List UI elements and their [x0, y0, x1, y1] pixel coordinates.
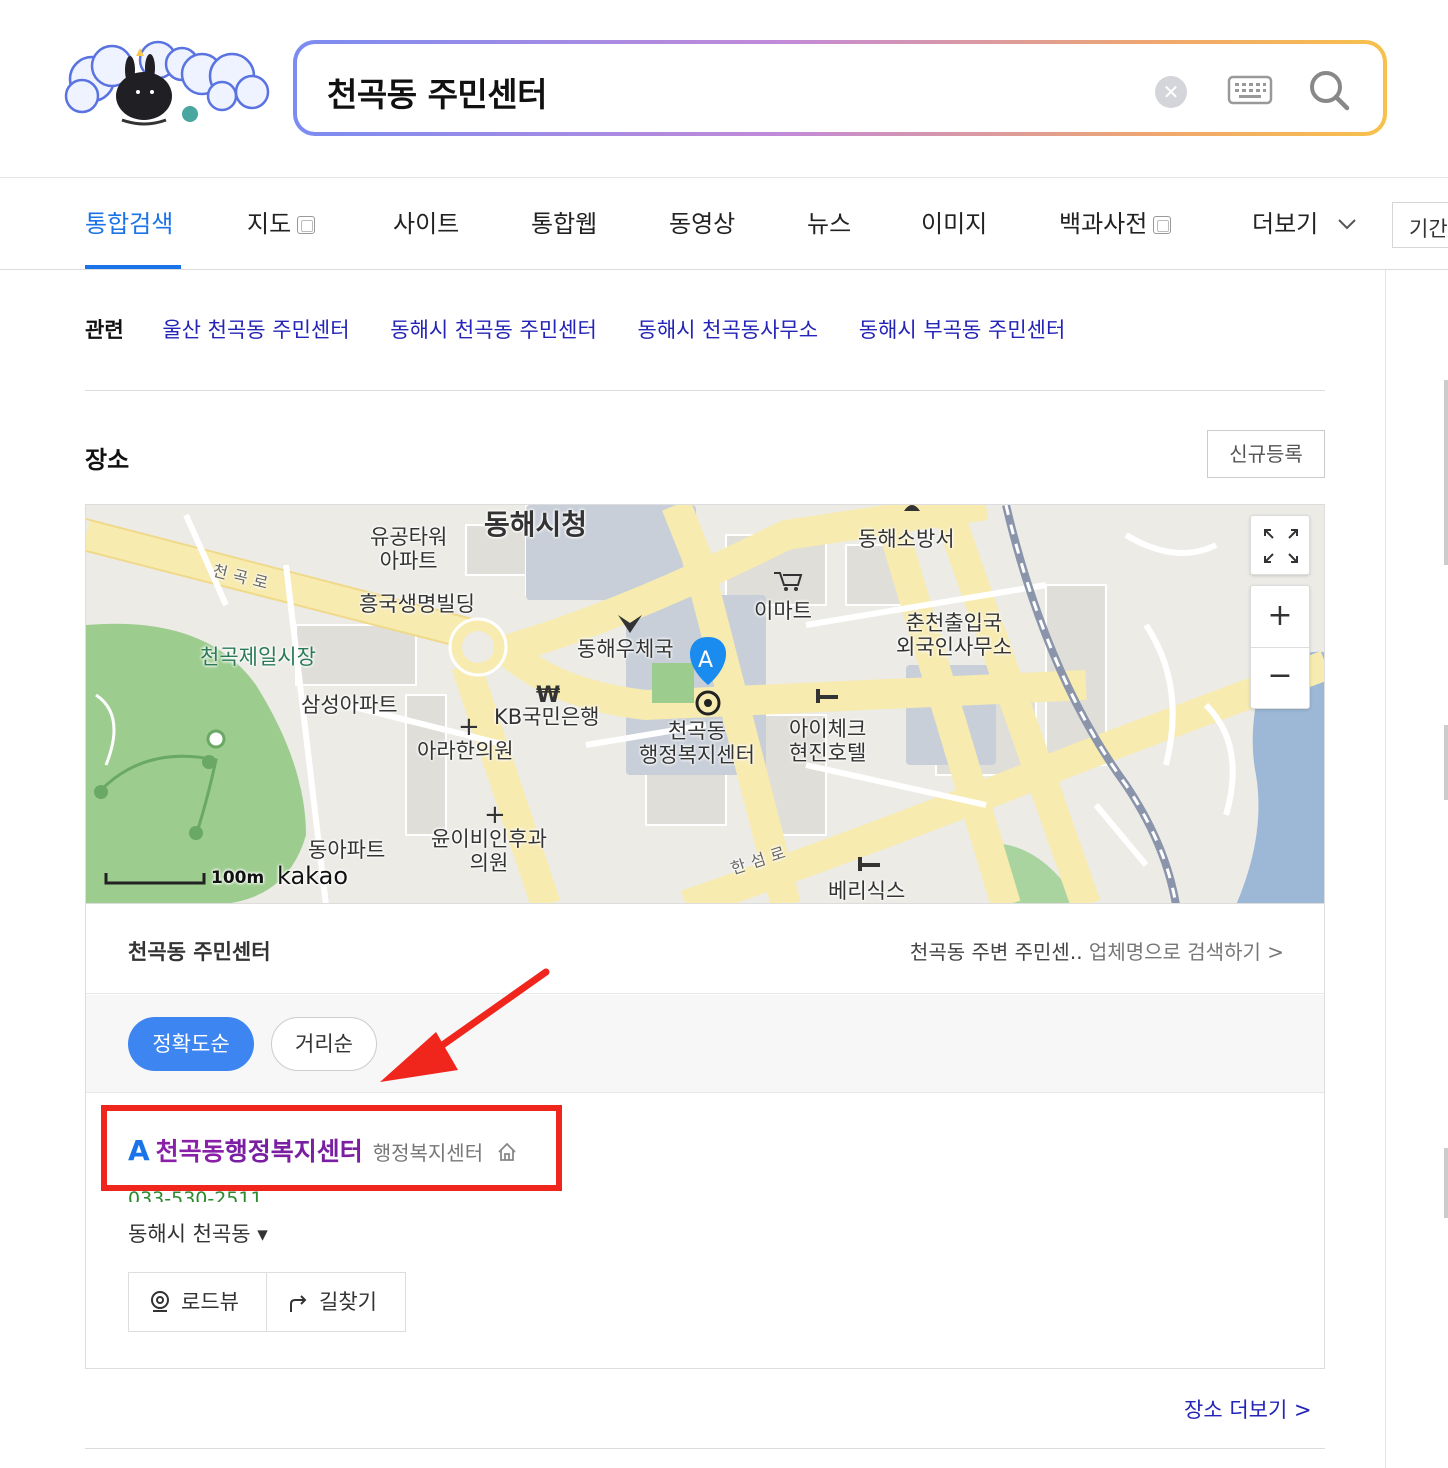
side-panel-edge: [1444, 380, 1448, 565]
related-searches: 관련 울산 천곡동 주민센터 동해시 천곡동 주민센터 동해시 천곡동사무소 동…: [85, 314, 1099, 344]
map-label: 천곡제일시장: [200, 645, 316, 669]
roadview-label: 로드뷰: [181, 1290, 239, 1314]
map-graphics: ₩ + +: [86, 505, 1324, 903]
map-label: 동해시청: [484, 508, 588, 541]
map-label: 이마트: [754, 599, 812, 623]
tab-encyclopedia-label: 백과사전: [1059, 210, 1148, 238]
tab-news[interactable]: 뉴스: [807, 204, 851, 239]
side-panel-edge: [1444, 1148, 1448, 1218]
search-input[interactable]: 천곡동 주민센터: [327, 68, 548, 116]
expand-icon: [1264, 529, 1298, 563]
roadview-icon: [151, 1291, 169, 1312]
place-address[interactable]: 동해시 천곡동 ▾: [128, 1218, 268, 1248]
tab-images[interactable]: 이미지: [921, 204, 987, 239]
directions-icon: [290, 1295, 307, 1312]
map-label: 동아파트: [308, 838, 386, 862]
map-label: 천곡동 행정복지센터: [639, 719, 755, 768]
map-label: 삼성아파트: [301, 693, 398, 717]
tab-integrated[interactable]: 통합검색: [85, 204, 173, 239]
active-tab-indicator: [85, 265, 181, 269]
map-marker-letter[interactable]: A: [698, 648, 713, 673]
period-filter-button[interactable]: 기간: [1392, 202, 1448, 248]
map-label: 춘천출입국 외국인사무소: [896, 611, 1012, 660]
search-box: 천곡동 주민센터 ✕: [293, 40, 1387, 136]
divider: [85, 1448, 1325, 1449]
nearby-search-link[interactable]: 천곡동 주변 주민센.. 업체명으로 검색하기 >: [910, 936, 1284, 965]
map-view[interactable]: ₩ + + 동해시청 유공타워 아파트 동해소방서 흥국생명빌딩 이마트 춘천출…: [85, 504, 1325, 904]
related-link[interactable]: 울산 천곡동 주민센터: [162, 318, 349, 342]
related-link[interactable]: 동해시 천곡동 주민센터: [390, 318, 597, 342]
tab-video[interactable]: 동영상: [669, 204, 735, 239]
sort-accuracy-button[interactable]: 정확도순: [128, 1017, 254, 1071]
search-box-inner: 천곡동 주민센터 ✕: [297, 44, 1383, 132]
chevron-down-icon: [1338, 219, 1356, 230]
tab-more[interactable]: 더보기: [1252, 204, 1358, 239]
map-scale-label: 100m: [211, 868, 265, 888]
side-panel-edge: [1444, 725, 1448, 800]
tab-map[interactable]: 지도: [247, 204, 316, 239]
right-column-divider: [1385, 270, 1386, 1468]
tab-web[interactable]: 통합웹: [531, 204, 597, 239]
search-icon[interactable]: [1307, 68, 1353, 114]
nearby-link-suffix: 업체명으로 검색하기 >: [1088, 940, 1284, 964]
new-window-icon: [1153, 216, 1172, 234]
directions-label: 길찾기: [319, 1290, 377, 1314]
svg-text:+: +: [484, 800, 506, 830]
result-title: 천곡동 주민센터: [128, 940, 271, 964]
register-button[interactable]: 신규등록: [1207, 430, 1325, 478]
map-label: 베리식스: [828, 879, 906, 903]
related-label: 관련: [85, 318, 124, 342]
divider: [85, 390, 1325, 391]
section-title: 장소: [85, 446, 130, 474]
map-label: KB국민은행: [494, 705, 600, 729]
zoom-controls: + −: [1250, 585, 1310, 709]
highlight-box: [101, 1105, 562, 1191]
new-window-icon: [297, 216, 316, 234]
nearby-link-text: 천곡동 주변 주민센..: [909, 940, 1083, 964]
map-label: 아이체크 현진호텔: [789, 717, 867, 766]
keyboard-icon[interactable]: [1227, 74, 1273, 106]
place-actions: 로드뷰 길찾기: [128, 1272, 406, 1332]
doodle-logo[interactable]: [62, 34, 274, 134]
related-link[interactable]: 동해시 부곡동 주민센터: [859, 318, 1066, 342]
zoom-out-button[interactable]: −: [1251, 648, 1309, 708]
map-label: 아라한의원: [417, 739, 514, 763]
result-header: 천곡동 주민센터 천곡동 주변 주민센.. 업체명으로 검색하기 >: [86, 904, 1324, 994]
fullscreen-button[interactable]: [1250, 515, 1310, 575]
map-label: 동해우체국: [577, 637, 674, 661]
sort-distance-button[interactable]: 거리순: [271, 1017, 377, 1071]
map-label: 유공타워 아파트: [370, 525, 448, 574]
tab-site[interactable]: 사이트: [393, 204, 459, 239]
tab-more-label: 더보기: [1252, 210, 1319, 238]
search-tabs: 통합검색 지도 사이트 통합웹 동영상 뉴스 이미지 백과사전 더보기 기간: [0, 178, 1448, 270]
clear-icon[interactable]: ✕: [1155, 76, 1187, 108]
svg-text:+: +: [458, 712, 480, 742]
annotation-arrow: [380, 968, 550, 1082]
map-label: 윤이비인후과 의원: [431, 827, 547, 876]
directions-button[interactable]: 길찾기: [267, 1273, 405, 1331]
map-label: 동해소방서: [858, 527, 955, 551]
tab-map-label: 지도: [247, 210, 292, 238]
roadview-button[interactable]: 로드뷰: [129, 1273, 267, 1331]
related-link[interactable]: 동해시 천곡동사무소: [638, 318, 819, 342]
zoom-in-button[interactable]: +: [1251, 586, 1309, 648]
header: 천곡동 주민센터 ✕: [0, 0, 1448, 178]
map-label: 흥국생명빌딩: [359, 592, 475, 616]
sort-bar: 정확도순 거리순: [86, 995, 1324, 1093]
kakao-logo: kakao: [277, 862, 349, 890]
more-places-link[interactable]: 장소 더보기 >: [1184, 1394, 1312, 1424]
tab-encyclopedia[interactable]: 백과사전: [1059, 204, 1172, 239]
